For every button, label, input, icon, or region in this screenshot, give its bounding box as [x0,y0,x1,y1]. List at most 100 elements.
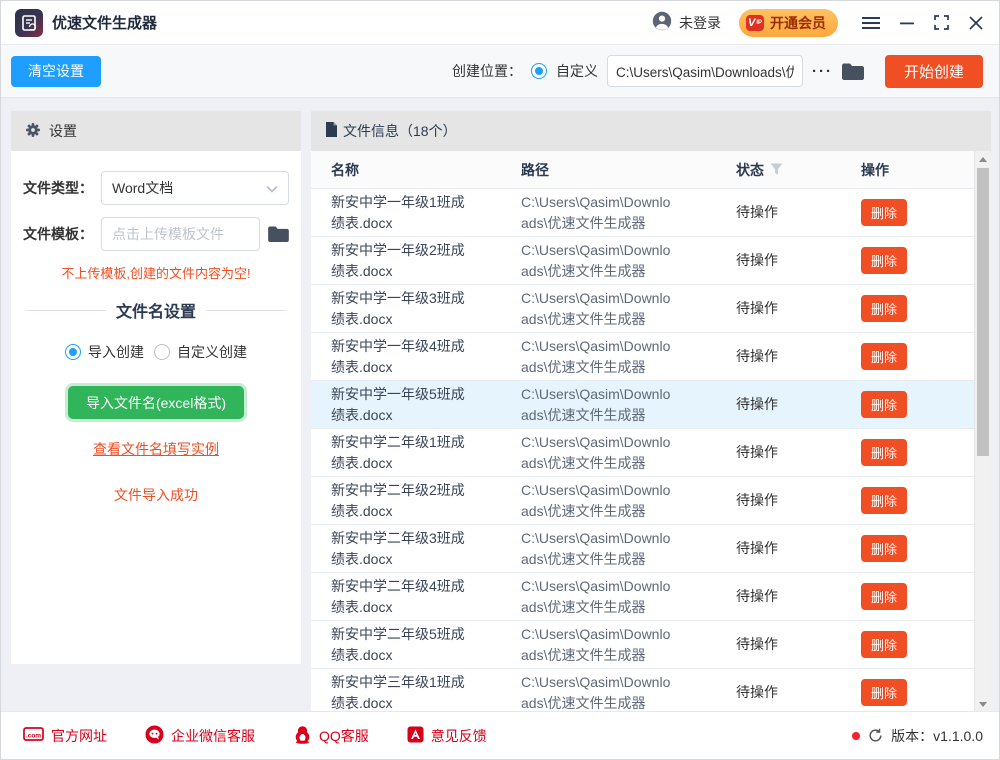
table-row[interactable]: 新安中学一年级4班成绩表.docx C:\Users\Qasim\Downloa… [311,333,974,381]
status-dot [852,731,861,740]
qq-support-link[interactable]: QQ客服 [293,725,369,747]
delete-button[interactable]: 删除 [861,487,908,514]
custom-location-radio[interactable] [530,63,547,79]
more-options-button[interactable]: ··· [812,63,833,80]
avatar-icon [652,11,672,34]
browse-folder-icon[interactable] [841,63,864,80]
scroll-down-arrow[interactable] [975,697,991,711]
table-header-row: 名称 路径 状态 操作 [311,151,974,189]
cell-name: 新安中学二年级5班成绩表.docx [331,625,465,663]
cell-name: 新安中学一年级5班成绩表.docx [331,385,465,423]
settings-panel: 设置 文件类型： Word文档 文件模板： 点击上传模板文件 不上传模板,创建的… [11,111,301,664]
delete-button[interactable]: 删除 [861,583,908,610]
cell-path: C:\Users\Qasim\Downloads\优速文件生成器 [521,673,671,711]
custom-create-label: 自定义创建 [177,344,247,360]
cell-name: 新安中学一年级3班成绩表.docx [331,289,465,327]
table-row[interactable]: 新安中学二年级1班成绩表.docx C:\Users\Qasim\Downloa… [311,429,974,477]
delete-button[interactable]: 删除 [861,343,908,370]
delete-button[interactable]: 删除 [861,247,908,274]
delete-button[interactable]: 删除 [861,439,908,466]
table-row[interactable]: 新安中学三年级1班成绩表.docx C:\Users\Qasim\Downloa… [311,669,974,711]
cell-status: 待操作 [736,492,778,508]
column-header-name: 名称 [331,161,359,178]
start-create-button[interactable]: 开始创建 [884,54,983,88]
create-location-label: 创建位置： [451,63,522,79]
delete-button[interactable]: 删除 [861,199,908,226]
cell-name: 新安中学二年级4班成绩表.docx [331,577,465,615]
app-logo-icon [15,8,43,37]
vip-button[interactable]: V IP 开通会员 [739,8,838,37]
wechat-icon [145,725,164,747]
file-table: 名称 路径 状态 操作 新安中学一年级1班成绩表.docx C:\Users\Q… [311,151,991,711]
close-icon[interactable] [969,15,983,30]
table-row[interactable]: 新安中学二年级5班成绩表.docx C:\Users\Qasim\Downloa… [311,621,974,669]
refresh-icon[interactable] [868,728,883,743]
user-login[interactable]: 未登录 [652,11,721,34]
cell-path: C:\Users\Qasim\Downloads\优速文件生成器 [521,193,671,231]
output-path-input[interactable] [606,55,803,87]
import-create-radio[interactable]: 导入创建 [65,342,144,362]
delete-button[interactable]: 删除 [861,535,908,562]
scroll-up-arrow[interactable] [975,152,991,167]
import-create-label: 导入创建 [88,344,144,360]
cell-path: C:\Users\Qasim\Downloads\优速文件生成器 [521,289,671,327]
maximize-icon[interactable] [934,15,949,30]
delete-button[interactable]: 删除 [861,631,908,658]
app-title: 优速文件生成器 [52,15,158,32]
cell-path: C:\Users\Qasim\Downloads\优速文件生成器 [521,337,671,375]
cell-path: C:\Users\Qasim\Downloads\优速文件生成器 [521,529,671,567]
file-type-label: 文件类型： [23,180,93,196]
custom-create-radio[interactable]: 自定义创建 [154,342,247,362]
table-row[interactable]: 新安中学二年级2班成绩表.docx C:\Users\Qasim\Downloa… [311,477,974,525]
minimize-icon[interactable] [900,16,914,30]
titlebar: 优速文件生成器 未登录 V IP 开通会员 [1,1,999,45]
custom-location-label: 自定义 [555,63,598,79]
delete-button[interactable]: 删除 [861,679,908,706]
cell-name: 新安中学二年级1班成绩表.docx [331,433,465,471]
table-row[interactable]: 新安中学一年级2班成绩表.docx C:\Users\Qasim\Downloa… [311,237,974,285]
table-scrollbar[interactable] [974,151,991,711]
file-type-select[interactable]: Word文档 [101,171,289,205]
clear-settings-button[interactable]: 清空设置 [11,55,101,87]
template-folder-icon[interactable] [268,226,289,242]
filename-example-link[interactable]: 查看文件名填写实例 [23,439,289,459]
file-info-title: 文件信息（18个） [343,123,457,139]
feedback-link[interactable]: 意见反馈 [407,726,487,746]
wechat-support-link[interactable]: 企业微信客服 [145,725,255,747]
import-success-text: 文件导入成功 [114,487,198,503]
cell-status: 待操作 [736,636,778,652]
cell-name: 新安中学一年级2班成绩表.docx [331,241,465,279]
file-info-header: 文件信息（18个） [311,111,991,151]
custom-create-radio-circle[interactable] [154,344,170,360]
cell-status: 待操作 [736,300,778,316]
menu-icon[interactable] [862,16,880,30]
footer: .com 官方网址 企业微信客服 QQ客服 意见反馈 版本：v1.1.0.0 [1,711,999,759]
settings-panel-title: 设置 [49,123,77,139]
login-status-label: 未登录 [679,14,721,31]
table-row[interactable]: 新安中学一年级5班成绩表.docx C:\Users\Qasim\Downloa… [311,381,974,429]
official-site-link[interactable]: .com 官方网址 [23,726,107,746]
template-upload-input[interactable] [101,217,260,251]
table-row[interactable]: 新安中学一年级3班成绩表.docx C:\Users\Qasim\Downloa… [311,285,974,333]
settings-panel-header: 设置 [11,111,301,151]
table-row[interactable]: 新安中学二年级3班成绩表.docx C:\Users\Qasim\Downloa… [311,525,974,573]
column-header-status[interactable]: 状态 [736,160,861,180]
vip-button-label: 开通会员 [770,14,826,31]
delete-button[interactable]: 删除 [861,391,908,418]
file-info-panel: 文件信息（18个） 名称 路径 状态 操作 新安中学一年级1班成绩表.docx … [311,111,991,711]
cell-status: 待操作 [736,684,778,700]
cell-path: C:\Users\Qasim\Downloads\优速文件生成器 [521,385,671,423]
cell-status: 待操作 [736,540,778,556]
cell-path: C:\Users\Qasim\Downloads\优速文件生成器 [521,481,671,519]
table-row[interactable]: 新安中学二年级4班成绩表.docx C:\Users\Qasim\Downloa… [311,573,974,621]
filter-icon[interactable] [770,162,783,178]
cell-status: 待操作 [736,348,778,364]
import-create-radio-circle[interactable] [65,344,81,360]
content-area: 设置 文件类型： Word文档 文件模板： 点击上传模板文件 不上传模板,创建的… [1,98,999,711]
delete-button[interactable]: 删除 [861,295,908,322]
filename-section-title: 文件名设置 [25,298,288,322]
table-row[interactable]: 新安中学一年级1班成绩表.docx C:\Users\Qasim\Downloa… [311,189,974,237]
import-filename-button[interactable]: 导入文件名(excel格式) [67,386,244,419]
scrollbar-thumb[interactable] [977,168,989,456]
cell-status: 待操作 [736,444,778,460]
